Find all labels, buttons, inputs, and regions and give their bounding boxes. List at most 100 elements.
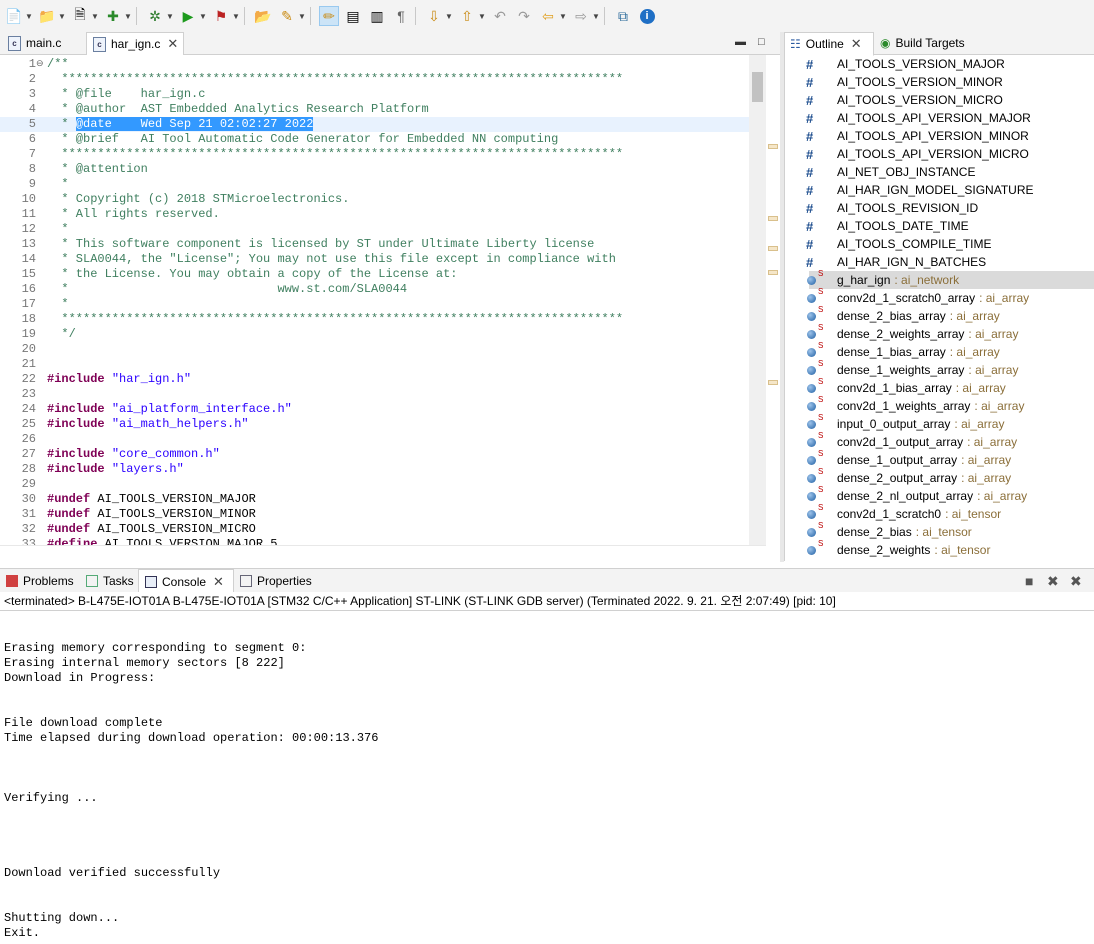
maximize-icon[interactable]: □	[758, 36, 765, 48]
outline-item[interactable]: Sconv2d_1_weights_array: ai_array	[807, 395, 1094, 415]
code-line[interactable]: 23	[0, 387, 766, 402]
info-icon[interactable]: i	[637, 6, 657, 26]
open-type-icon[interactable]: 📂	[253, 6, 273, 26]
chevron-down-icon[interactable]: ▼	[445, 12, 453, 21]
tab-outline[interactable]: ☷ Outline ✕	[784, 32, 874, 56]
last-edit-icon[interactable]: ↶	[490, 6, 510, 26]
next-annotation-icon[interactable]: ⇩	[424, 6, 444, 26]
code-line[interactable]: 5 * @date Wed Sep 21 02:02:27 2022	[0, 117, 766, 132]
redo-icon[interactable]: ↷	[514, 6, 534, 26]
code-line[interactable]: 7 **************************************…	[0, 147, 766, 162]
run-icon[interactable]: ▶	[178, 6, 198, 26]
remove-all-terminated-icon[interactable]: ✖	[1070, 573, 1082, 590]
code-line[interactable]: 31 #undef AI_TOOLS_VERSION_MINOR	[0, 507, 766, 522]
outline-item[interactable]: Sdense_1_bias_array: ai_array	[807, 341, 1094, 361]
code-line[interactable]: 19 */	[0, 327, 766, 342]
code-line[interactable]: 11 * All rights reserved.	[0, 207, 766, 222]
new-icon[interactable]: 📄	[4, 6, 24, 26]
code-line[interactable]: 28 #include "layers.h"	[0, 462, 766, 477]
chevron-down-icon[interactable]: ▼	[232, 12, 240, 21]
code-line[interactable]: 22 #include "har_ign.h"	[0, 372, 766, 387]
code-line[interactable]: 25 #include "ai_math_helpers.h"	[0, 417, 766, 432]
search-icon[interactable]: ✎	[277, 6, 297, 26]
new-c-class-icon[interactable]: 🗎	[70, 6, 90, 26]
chevron-down-icon[interactable]: ▼	[559, 12, 567, 21]
back-icon[interactable]: ⇦	[538, 6, 558, 26]
chevron-down-icon[interactable]: ▼	[478, 12, 486, 21]
editor-scroll-thumb[interactable]	[752, 72, 763, 102]
chevron-down-icon[interactable]: ▼	[58, 12, 66, 21]
code-line[interactable]: 12 *	[0, 222, 766, 237]
outline-item[interactable]: Sdense_2_bias_array: ai_array	[807, 305, 1094, 325]
close-icon[interactable]: ✕	[851, 36, 862, 52]
code-line[interactable]: 20	[0, 342, 766, 357]
code-line[interactable]: 14 * SLA0044, the "License"; You may not…	[0, 252, 766, 267]
remove-launch-icon[interactable]: ✖	[1047, 573, 1059, 590]
code-line[interactable]: 24 #include "ai_platform_interface.h"	[0, 402, 766, 417]
outline-item[interactable]: Sdense_1_weights_array: ai_array	[807, 359, 1094, 379]
overview-ruler-mark[interactable]	[768, 246, 778, 251]
chevron-down-icon[interactable]: ▼	[91, 12, 99, 21]
outline-item[interactable]: Sconv2d_1_scratch0: ai_tensor	[807, 503, 1094, 523]
fold-toggle-icon[interactable]: ⊖	[36, 57, 44, 72]
chevron-down-icon[interactable]: ▼	[25, 12, 33, 21]
show-whitespace-icon[interactable]: ¶	[391, 6, 411, 26]
outline-item[interactable]: Sg_har_ign: ai_network	[807, 269, 1094, 289]
new-c-project-icon[interactable]: ✚	[103, 6, 123, 26]
open-project-icon[interactable]: 📁	[37, 6, 57, 26]
chevron-down-icon[interactable]: ▼	[124, 12, 132, 21]
code-line[interactable]: 2 **************************************…	[0, 72, 766, 87]
code-line[interactable]: 30 #undef AI_TOOLS_VERSION_MAJOR	[0, 492, 766, 507]
outline-item[interactable]: Sdense_2_nl_output_array: ai_array	[807, 485, 1094, 505]
code-line[interactable]: 21	[0, 357, 766, 372]
outline-item[interactable]: Sconv2d_1_bias_array: ai_array	[807, 377, 1094, 397]
code-line[interactable]: 32 #undef AI_TOOLS_VERSION_MICRO	[0, 522, 766, 537]
minimize-icon[interactable]: ▬	[735, 36, 746, 48]
outline-item[interactable]: # AI_TOOLS_API_VERSION_MAJOR	[806, 109, 1094, 127]
code-line[interactable]: 13 * This software component is licensed…	[0, 237, 766, 252]
outline-item[interactable]: # AI_NET_OBJ_INSTANCE	[806, 163, 1094, 181]
code-line[interactable]: 15 * the License. You may obtain a copy …	[0, 267, 766, 282]
outline-item[interactable]: # AI_TOOLS_VERSION_MICRO	[806, 91, 1094, 109]
tab-tasks[interactable]: Tasks	[80, 569, 136, 593]
editor-horizontal-scrollbar[interactable]	[0, 545, 766, 562]
code-line[interactable]: 18 *************************************…	[0, 312, 766, 327]
code-line[interactable]: 17 *	[0, 297, 766, 312]
outline-item[interactable]: # AI_TOOLS_COMPILE_TIME	[806, 235, 1094, 253]
outline-item[interactable]: # AI_TOOLS_VERSION_MAJOR	[806, 55, 1094, 73]
outline-item[interactable]: Sdense_2_weights_array: ai_array	[807, 323, 1094, 343]
chevron-down-icon[interactable]: ▼	[592, 12, 600, 21]
editor-vertical-scrollbar[interactable]	[749, 55, 766, 545]
overview-ruler-mark[interactable]	[768, 380, 778, 385]
external-tools-icon[interactable]: ⚑	[211, 6, 231, 26]
tab-main-c[interactable]: c main.c	[4, 32, 82, 54]
outline-item[interactable]: Sdense_2_output_array: ai_array	[807, 467, 1094, 487]
chevron-down-icon[interactable]: ▼	[199, 12, 207, 21]
outline-item[interactable]: # AI_TOOLS_VERSION_MINOR	[806, 73, 1094, 91]
code-line[interactable]: 16 * www.st.com/SLA0044	[0, 282, 766, 297]
code-line[interactable]: 9 *	[0, 177, 766, 192]
code-line[interactable]: 1 ⊖/**	[0, 57, 766, 72]
outline-item[interactable]: # AI_TOOLS_API_VERSION_MINOR	[806, 127, 1094, 145]
outline-item[interactable]: Sconv2d_1_output_array: ai_array	[807, 431, 1094, 451]
code-line[interactable]: 3 * @file har_ign.c	[0, 87, 766, 102]
code-line[interactable]: 33 #define AI_TOOLS_VERSION_MAJOR 5	[0, 537, 766, 545]
debug-icon[interactable]: ✲	[145, 6, 165, 26]
forward-icon[interactable]: ⇨	[571, 6, 591, 26]
overview-ruler-mark[interactable]	[768, 216, 778, 221]
toggle-word-wrap-icon[interactable]: ▥	[367, 6, 387, 26]
overview-ruler-mark[interactable]	[768, 144, 778, 149]
outline-item[interactable]: Sdense_2_weights: ai_tensor	[807, 539, 1094, 559]
open-perspective-icon[interactable]: ⧉	[613, 6, 633, 26]
chevron-down-icon[interactable]: ▼	[298, 12, 306, 21]
toggle-mark-occurrences-icon[interactable]: ✏	[319, 6, 339, 26]
terminate-icon[interactable]: ■	[1025, 573, 1033, 589]
tab-problems[interactable]: Problems	[0, 569, 78, 593]
outline-item[interactable]: # AI_HAR_IGN_N_BATCHES	[806, 253, 1094, 271]
code-line[interactable]: 6 * @brief AI Tool Automatic Code Genera…	[0, 132, 766, 147]
tab-build-targets[interactable]: ◉ Build Targets	[876, 32, 976, 54]
code-line[interactable]: 27 #include "core_common.h"	[0, 447, 766, 462]
tab-har-ign-c[interactable]: c har_ign.c ✕	[86, 32, 184, 56]
close-icon[interactable]: ✕	[167, 36, 178, 52]
code-line[interactable]: 26	[0, 432, 766, 447]
